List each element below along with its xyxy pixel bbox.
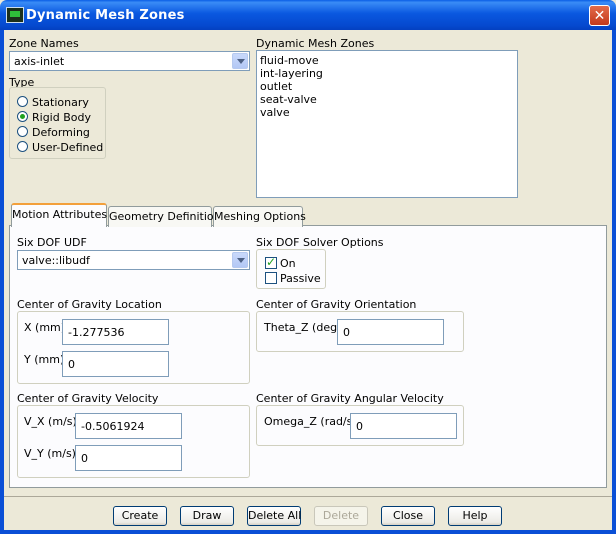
- vx-value: -0.5061924: [81, 420, 145, 433]
- y-mm-label: Y (mm): [24, 353, 65, 366]
- zone-names-dropdown[interactable]: axis-inlet: [9, 51, 250, 71]
- theta-z-label: Theta_Z (deg): [264, 321, 342, 334]
- y-mm-value: 0: [68, 358, 75, 371]
- window-frame-right: [612, 30, 616, 534]
- x-mm-value: -1.277536: [68, 326, 125, 339]
- radio-rigid-body-label: Rigid Body: [32, 111, 91, 124]
- radio-deforming[interactable]: [17, 126, 28, 137]
- chevron-down-icon[interactable]: [232, 252, 248, 268]
- delete-button[interactable]: Delete: [314, 506, 368, 526]
- omega-z-label: Omega_Z (rad/s): [264, 415, 357, 428]
- create-button[interactable]: Create: [113, 506, 167, 526]
- close-button[interactable]: Close: [381, 506, 435, 526]
- help-button[interactable]: Help: [448, 506, 502, 526]
- tab-meshing-options[interactable]: Meshing Options: [213, 206, 306, 227]
- vx-input[interactable]: -0.5061924: [75, 413, 182, 439]
- vy-input[interactable]: 0: [75, 445, 182, 471]
- six-dof-udf-label: Six DOF UDF: [17, 236, 87, 249]
- radio-deforming-label: Deforming: [32, 126, 90, 139]
- cg-angular-velocity-label: Center of Gravity Angular Velocity: [256, 392, 444, 405]
- radio-stationary-label: Stationary: [32, 96, 89, 109]
- dynamic-mesh-zones-label: Dynamic Mesh Zones: [256, 37, 375, 50]
- zone-names-label: Zone Names: [9, 37, 79, 50]
- omega-z-value: 0: [356, 420, 363, 433]
- x-mm-input[interactable]: -1.277536: [62, 319, 169, 345]
- six-dof-udf-value: valve::libudf: [22, 254, 90, 267]
- radio-user-defined-label: User-Defined: [32, 141, 104, 154]
- list-item[interactable]: outlet: [260, 80, 292, 93]
- vy-value: 0: [81, 452, 88, 465]
- window-title: Dynamic Mesh Zones: [26, 8, 185, 23]
- cg-orientation-label: Center of Gravity Orientation: [256, 298, 417, 311]
- window-frame-left: [0, 30, 4, 534]
- delete-all-button[interactable]: Delete All: [247, 506, 301, 526]
- omega-z-input[interactable]: 0: [350, 413, 457, 439]
- vx-label: V_X (m/s): [24, 415, 77, 428]
- theta-z-input[interactable]: 0: [337, 319, 444, 345]
- list-item[interactable]: int-layering: [260, 67, 323, 80]
- app-icon: [6, 7, 24, 23]
- dynamic-mesh-zones-list[interactable]: fluid-move int-layering outlet seat-valv…: [256, 50, 518, 198]
- passive-checkbox-label: Passive: [280, 272, 321, 285]
- list-item[interactable]: seat-valve: [260, 93, 317, 106]
- chevron-down-icon[interactable]: [232, 53, 248, 69]
- tab-motion-attributes[interactable]: Motion Attributes: [11, 203, 107, 227]
- close-window-button[interactable]: ✕: [589, 5, 610, 26]
- zone-names-value: axis-inlet: [14, 55, 65, 68]
- radio-rigid-body[interactable]: [17, 111, 28, 122]
- x-mm-label: X (mm): [24, 321, 66, 334]
- list-item[interactable]: fluid-move: [260, 54, 319, 67]
- cg-location-label: Center of Gravity Location: [17, 298, 162, 311]
- window-frame-bottom: [0, 530, 616, 534]
- list-item[interactable]: valve: [260, 106, 290, 119]
- on-checkbox[interactable]: [265, 255, 277, 269]
- solver-options-label: Six DOF Solver Options: [256, 236, 384, 249]
- cg-velocity-label: Center of Gravity Velocity: [17, 392, 159, 405]
- draw-button[interactable]: Draw: [180, 506, 234, 526]
- passive-checkbox[interactable]: [265, 272, 277, 284]
- theta-z-value: 0: [343, 326, 350, 339]
- vy-label: V_Y (m/s): [24, 447, 76, 460]
- tab-geometry-definition[interactable]: Geometry Definition: [108, 206, 221, 227]
- on-checkbox-label: On: [280, 257, 296, 270]
- bottom-separator: [4, 496, 612, 497]
- radio-stationary[interactable]: [17, 96, 28, 107]
- six-dof-udf-dropdown[interactable]: valve::libudf: [17, 250, 250, 270]
- radio-user-defined[interactable]: [17, 141, 28, 152]
- y-mm-input[interactable]: 0: [62, 351, 169, 377]
